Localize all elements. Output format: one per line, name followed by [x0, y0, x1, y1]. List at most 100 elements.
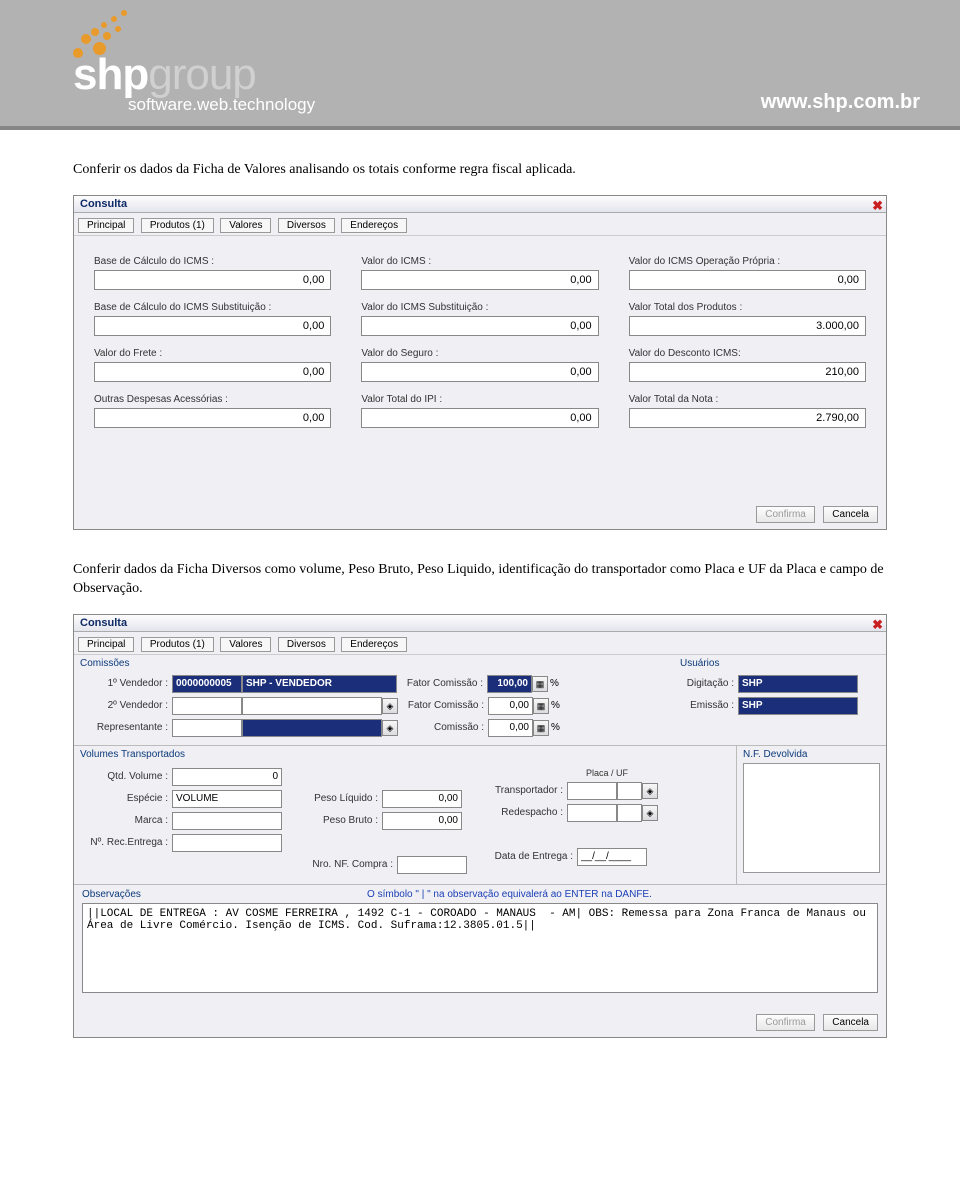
input-fator2[interactable]: [488, 697, 533, 715]
input-digitacao[interactable]: [738, 675, 858, 693]
label-peso-bruto: Peso Bruto :: [307, 815, 382, 826]
input-base-icms-sub[interactable]: [94, 316, 331, 336]
instruction-2: Conferir dados da Ficha Diversos como vo…: [73, 560, 887, 599]
confirm-button[interactable]: Confirma: [756, 506, 815, 523]
label-total-nota: Valor Total da Nota :: [629, 394, 866, 405]
cancel-button[interactable]: Cancela: [823, 1014, 878, 1031]
input-transportador-placa[interactable]: [567, 782, 617, 800]
dialog1-tabs: Principal Produtos (1) Valores Diversos …: [74, 213, 886, 236]
input-redespacho-placa[interactable]: [567, 804, 617, 822]
valores-fields-grid: Base de Cálculo do ICMS : Valor do ICMS …: [74, 236, 886, 438]
section-obs-label: Observações: [82, 889, 141, 900]
input-vendedor1-code[interactable]: [172, 675, 242, 693]
calculator-icon[interactable]: ▦: [533, 720, 549, 736]
dialog1-title: Consulta: [80, 198, 127, 210]
label-vendedor1: 1º Vendedor :: [82, 678, 172, 689]
input-representante-code[interactable]: [172, 719, 242, 737]
placa-uf-header: Placa / UF: [567, 768, 647, 778]
instruction-1: Conferir os dados da Ficha de Valores an…: [73, 160, 887, 180]
input-marca[interactable]: [172, 812, 282, 830]
percent-label: %: [551, 700, 560, 711]
percent-label: %: [551, 722, 560, 733]
input-frete[interactable]: [94, 362, 331, 382]
label-nro-nf-compra: Nro. NF. Compra :: [307, 859, 397, 870]
input-total-nota[interactable]: [629, 408, 866, 428]
input-base-icms[interactable]: [94, 270, 331, 290]
input-total-produtos[interactable]: [629, 316, 866, 336]
nf-devolvida-list[interactable]: [743, 763, 880, 873]
input-especie[interactable]: [172, 790, 282, 808]
input-redespacho-uf[interactable]: [617, 804, 642, 822]
close-icon[interactable]: ✖: [872, 617, 883, 633]
input-fator1[interactable]: [487, 675, 532, 693]
label-comissao: Comissão :: [398, 722, 488, 733]
label-valor-icms-sub: Valor do ICMS Substituição :: [361, 302, 598, 313]
label-digitacao: Digitação :: [678, 678, 738, 689]
percent-label: %: [550, 678, 559, 689]
input-data-entrega[interactable]: [577, 848, 647, 866]
tab-produtos[interactable]: Produtos (1): [141, 637, 214, 652]
input-peso-bruto[interactable]: [382, 812, 462, 830]
label-qtd-volume: Qtd. Volume :: [82, 771, 172, 782]
label-vendedor2: 2º Vendedor :: [82, 700, 172, 711]
tab-diversos[interactable]: Diversos: [278, 637, 335, 652]
calculator-icon[interactable]: ▦: [532, 676, 548, 692]
input-desconto-icms[interactable]: [629, 362, 866, 382]
input-nro-nf-compra[interactable]: [397, 856, 467, 874]
label-fator1: Fator Comissão :: [397, 678, 487, 689]
confirm-button[interactable]: Confirma: [756, 1014, 815, 1031]
input-valor-icms[interactable]: [361, 270, 598, 290]
input-transportador-uf[interactable]: [617, 782, 642, 800]
section-volumes-label: Volumes Transportados: [74, 746, 736, 762]
calculator-icon[interactable]: ▦: [533, 698, 549, 714]
input-comissao[interactable]: [488, 719, 533, 737]
logo-dots-icon: [73, 10, 133, 50]
logo-text-suffix: group: [148, 50, 256, 100]
close-icon[interactable]: ✖: [872, 198, 883, 214]
label-seguro: Valor do Seguro :: [361, 348, 598, 359]
tab-enderecos[interactable]: Endereços: [341, 637, 407, 652]
input-qtd-volume[interactable]: [172, 768, 282, 786]
input-despesas[interactable]: [94, 408, 331, 428]
obs-textarea[interactable]: [82, 903, 878, 993]
tab-valores[interactable]: Valores: [220, 218, 271, 233]
input-vendedor2-code[interactable]: [172, 697, 242, 715]
cancel-button[interactable]: Cancela: [823, 506, 878, 523]
input-seguro[interactable]: [361, 362, 598, 382]
lookup-icon[interactable]: ◈: [382, 720, 398, 736]
label-nrec-entrega: Nº. Rec.Entrega :: [82, 837, 172, 848]
tab-diversos[interactable]: Diversos: [278, 218, 335, 233]
dialog2-title: Consulta: [80, 617, 127, 629]
tab-principal[interactable]: Principal: [78, 218, 134, 233]
label-base-icms: Base de Cálculo do ICMS :: [94, 256, 331, 267]
label-transportador: Transportador :: [482, 785, 567, 796]
input-representante-name[interactable]: [242, 719, 382, 737]
tab-produtos[interactable]: Produtos (1): [141, 218, 214, 233]
lookup-icon[interactable]: ◈: [642, 783, 658, 799]
tab-principal[interactable]: Principal: [78, 637, 134, 652]
label-frete: Valor do Frete :: [94, 348, 331, 359]
dialog1-title-bar: Consulta ✖: [74, 196, 886, 213]
label-peso-liquido: Peso Líquido :: [307, 793, 382, 804]
input-nrec-entrega[interactable]: [172, 834, 282, 852]
input-peso-liquido[interactable]: [382, 790, 462, 808]
label-especie: Espécie :: [82, 793, 172, 804]
input-vendedor1-name[interactable]: [242, 675, 397, 693]
input-valor-icms-sub[interactable]: [361, 316, 598, 336]
logo-subtitle: software.web.technology: [128, 95, 315, 115]
lookup-icon[interactable]: ◈: [382, 698, 398, 714]
dialog-consulta-valores: Consulta ✖ Principal Produtos (1) Valore…: [73, 195, 887, 530]
label-redespacho: Redespacho :: [482, 807, 567, 818]
input-vendedor2-name[interactable]: [242, 697, 382, 715]
tab-enderecos[interactable]: Endereços: [341, 218, 407, 233]
label-marca: Marca :: [82, 815, 172, 826]
logo: shpgroup software.web.technology: [73, 10, 315, 115]
input-emissao[interactable]: [738, 697, 858, 715]
tab-valores[interactable]: Valores: [220, 637, 271, 652]
label-valor-icms: Valor do ICMS :: [361, 256, 598, 267]
lookup-icon[interactable]: ◈: [642, 805, 658, 821]
input-total-ipi[interactable]: [361, 408, 598, 428]
header-banner: shpgroup software.web.technology www.shp…: [0, 0, 960, 130]
input-icms-op-propria[interactable]: [629, 270, 866, 290]
dialog2-title-bar: Consulta ✖: [74, 615, 886, 632]
